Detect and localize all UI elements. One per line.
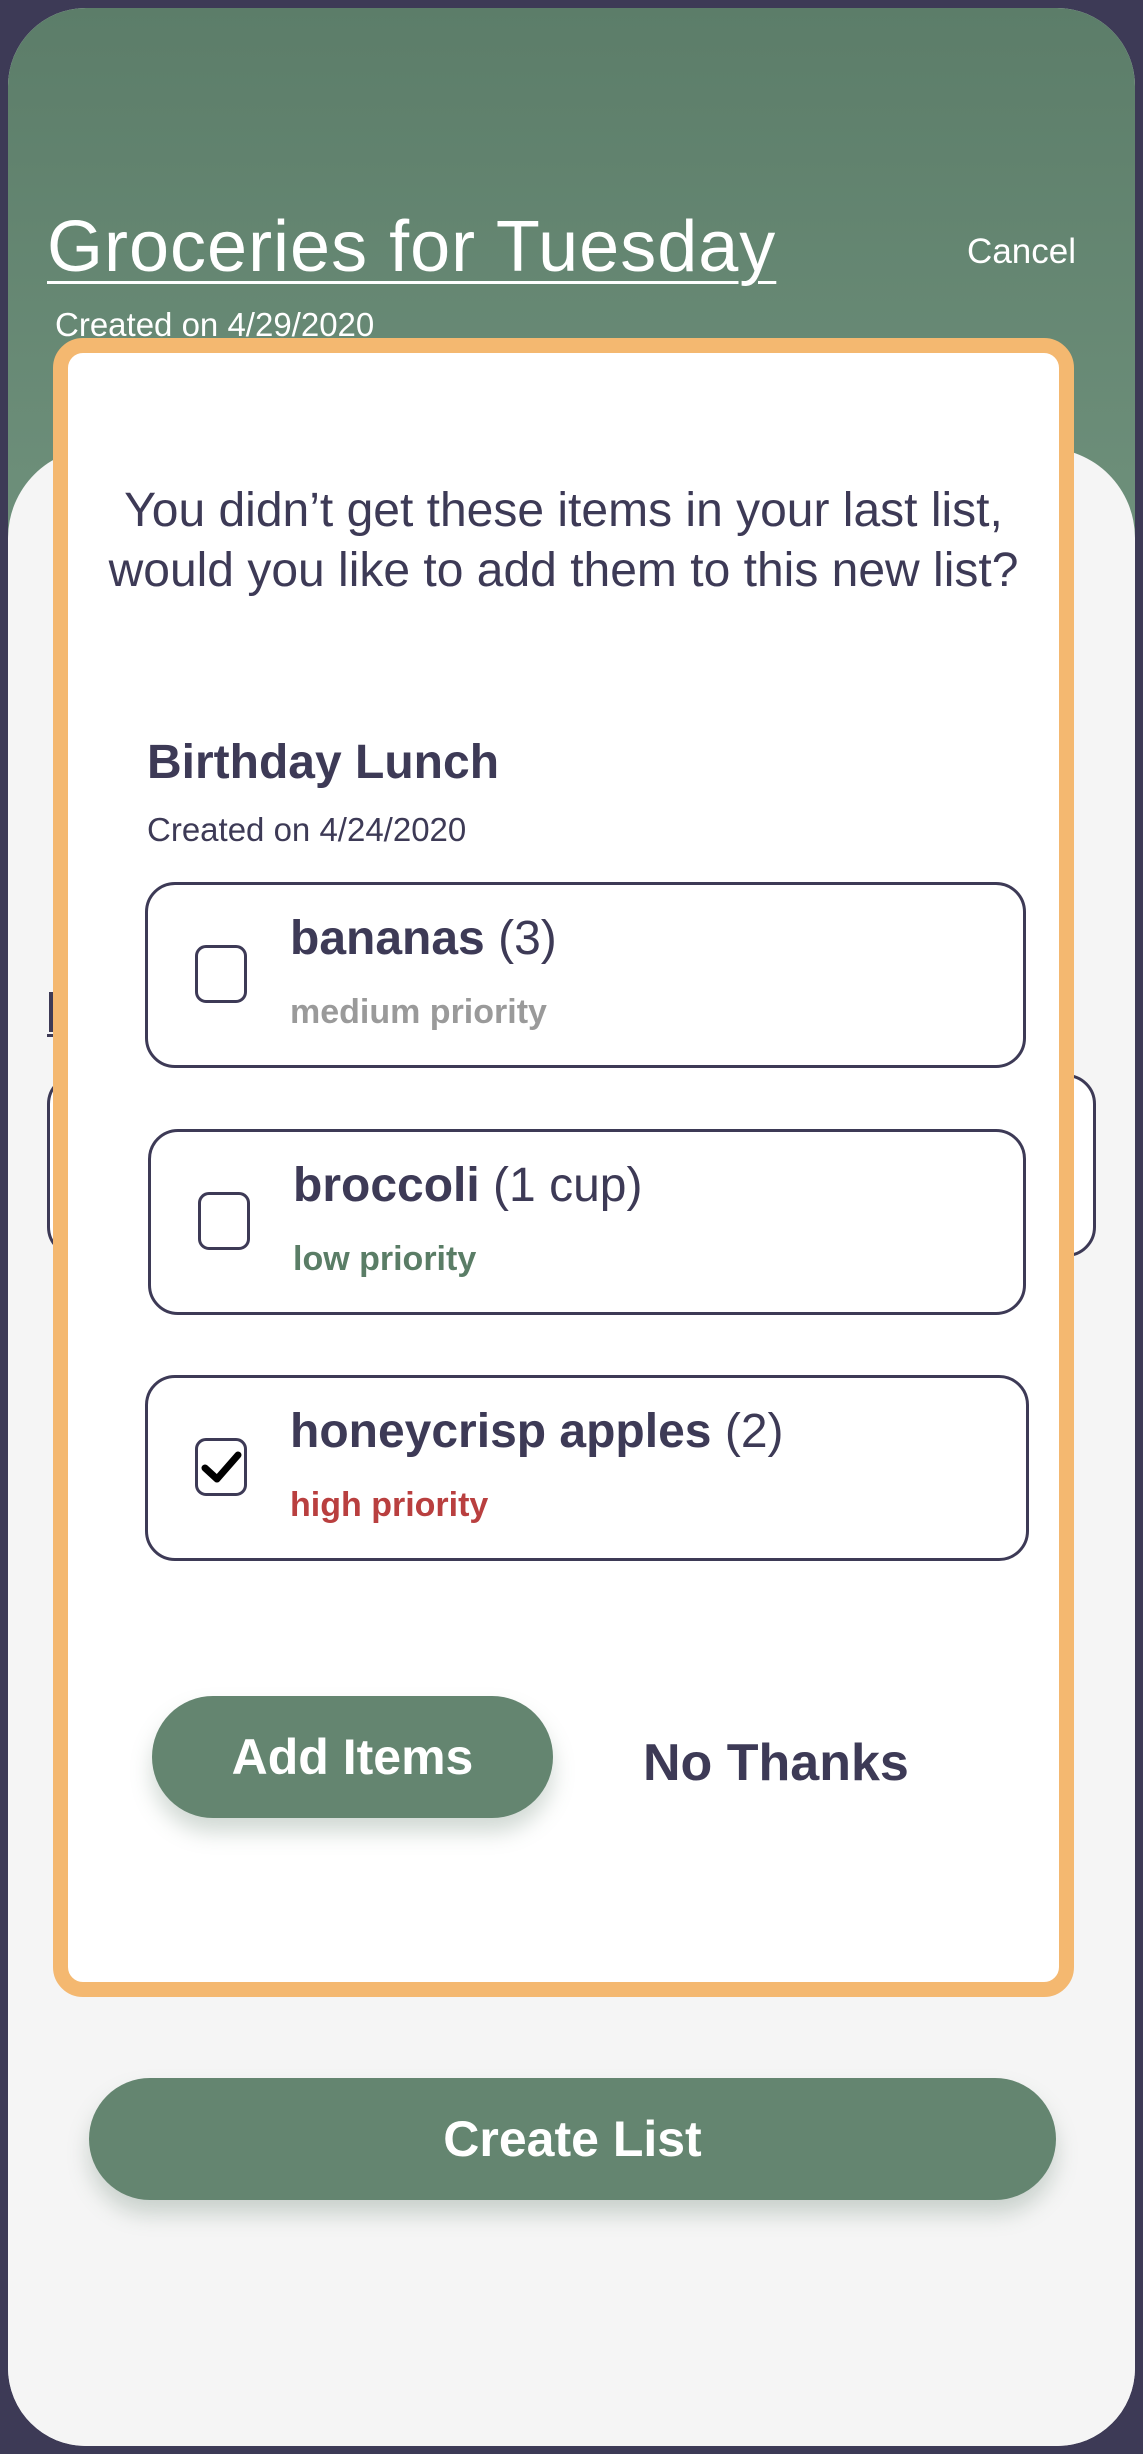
item-name: honeycrisp apples — [290, 1405, 712, 1458]
list-item[interactable]: honeycrisp apples (2) high priority — [145, 1375, 1029, 1561]
item-priority: low priority — [293, 1240, 477, 1278]
previous-list-title: Birthday Lunch — [147, 736, 500, 789]
modal-question: You didn’t get these items in your last … — [108, 484, 1019, 597]
phone-screen: Groceries for Tuesday Created on 4/29/20… — [8, 8, 1135, 2446]
item-quantity: (3) — [498, 912, 557, 965]
add-items-button[interactable]: Add Items — [152, 1696, 553, 1818]
item-priority: medium priority — [290, 993, 547, 1031]
checkmark-icon — [201, 1451, 242, 1483]
cancel-button[interactable]: Cancel — [967, 232, 1076, 272]
item-priority: high priority — [290, 1486, 489, 1524]
item-checkbox[interactable] — [198, 1192, 250, 1250]
item-name: bananas — [290, 912, 485, 965]
add-items-modal: You didn’t get these items in your last … — [53, 338, 1074, 1997]
previous-list-created: Created on 4/24/2020 — [147, 811, 467, 848]
list-item[interactable]: bananas (3) medium priority — [145, 882, 1026, 1068]
item-quantity: (1 cup) — [493, 1159, 643, 1212]
item-checkbox-checked[interactable] — [195, 1438, 247, 1496]
list-item[interactable]: broccoli (1 cup) low priority — [148, 1129, 1026, 1315]
no-thanks-button[interactable]: No Thanks — [643, 1733, 909, 1793]
item-quantity: (2) — [724, 1405, 784, 1458]
create-list-button[interactable]: Create List — [89, 2078, 1056, 2200]
list-title[interactable]: Groceries for Tuesday — [47, 206, 776, 288]
item-name: broccoli — [293, 1159, 480, 1212]
item-checkbox[interactable] — [195, 945, 247, 1003]
